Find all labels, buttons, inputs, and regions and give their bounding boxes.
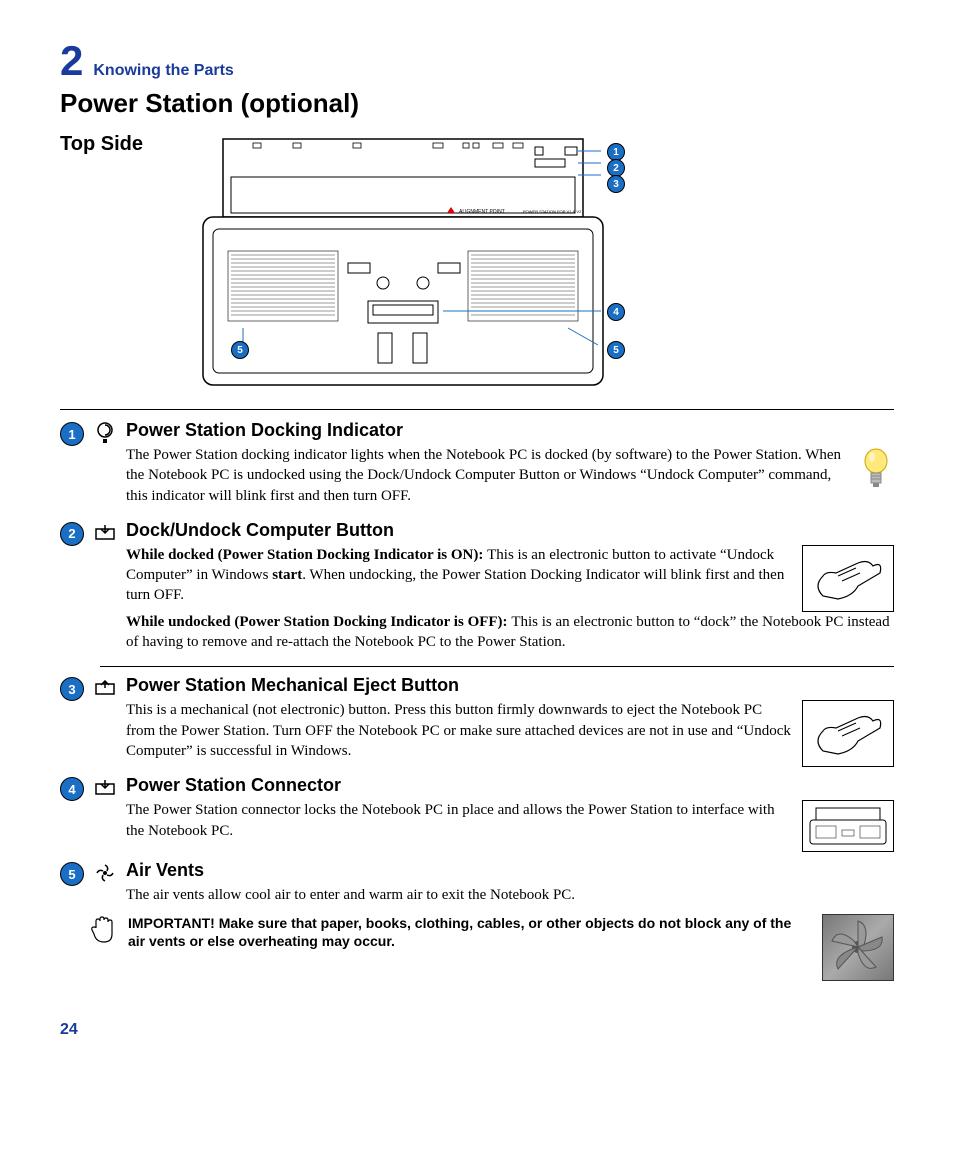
page-number: 24 — [60, 1021, 894, 1039]
item-number: 5 — [60, 862, 84, 886]
item-number: 3 — [60, 677, 84, 701]
item-1: 1 Power Station Docking Indicator The Po… — [60, 420, 894, 512]
alignment-label: ALIGNMENT POINT — [459, 209, 505, 215]
dock-button-icon — [94, 522, 116, 544]
hand-press-illustration — [802, 545, 894, 612]
chapter-header: 2 Knowing the Parts — [60, 40, 894, 82]
item-paragraph: The Power Station docking indicator ligh… — [126, 445, 852, 506]
power-station-diagram: ALIGNMENT POINT POWER STATION FOR V1 & V… — [183, 133, 623, 403]
item-4: 4 Power Station Connector The Power Stat… — [60, 775, 894, 852]
item-2: 2 Dock/Undock Computer Button While dock… — [60, 520, 894, 659]
air-vents-icon — [94, 862, 116, 884]
important-note: IMPORTANT! Make sure that paper, books, … — [90, 914, 894, 981]
connector-icon — [94, 777, 116, 799]
chapter-number: 2 — [60, 40, 83, 82]
item-paragraph: While docked (Power Station Docking Indi… — [126, 545, 794, 606]
callout-4: 4 — [607, 303, 625, 321]
item-number: 1 — [60, 422, 84, 446]
item-title: Power Station Connector — [126, 775, 894, 796]
item-title: Dock/Undock Computer Button — [126, 520, 894, 541]
item-paragraph: The air vents allow cool air to enter an… — [126, 885, 894, 905]
callout-3: 3 — [607, 175, 625, 193]
section-subheading: Top Side — [60, 133, 143, 156]
divider — [60, 409, 894, 410]
page-title: Power Station (optional) — [60, 88, 894, 119]
eject-button-icon — [94, 677, 116, 699]
callout-5-left: 5 — [231, 341, 249, 359]
item-title: Air Vents — [126, 860, 894, 881]
item-paragraph: While undocked (Power Station Docking In… — [126, 612, 894, 653]
item-3: 3 Power Station Mechanical Eject Button … — [60, 675, 894, 767]
callout-5-right: 5 — [607, 341, 625, 359]
fan-photo — [822, 914, 894, 981]
hand-stop-icon — [90, 916, 114, 940]
important-text: IMPORTANT! Make sure that paper, books, … — [128, 914, 808, 952]
item-title: Power Station Mechanical Eject Button — [126, 675, 894, 696]
item-number: 4 — [60, 777, 84, 801]
item-paragraph: The Power Station connector locks the No… — [126, 800, 794, 841]
chapter-title: Knowing the Parts — [93, 62, 233, 80]
item-5: 5 Air Vents The air vents allow cool air… — [60, 860, 894, 911]
docking-indicator-icon — [94, 422, 116, 444]
item-paragraph: This is a mechanical (not electronic) bu… — [126, 700, 794, 761]
model-label: POWER STATION FOR V1 & V2 — [523, 209, 582, 214]
divider-indent — [100, 666, 894, 667]
lightbulb-icon — [858, 445, 894, 493]
power-station-mini-illustration — [802, 800, 894, 852]
item-title: Power Station Docking Indicator — [126, 420, 894, 441]
item-number: 2 — [60, 522, 84, 546]
hand-press-illustration — [802, 700, 894, 767]
